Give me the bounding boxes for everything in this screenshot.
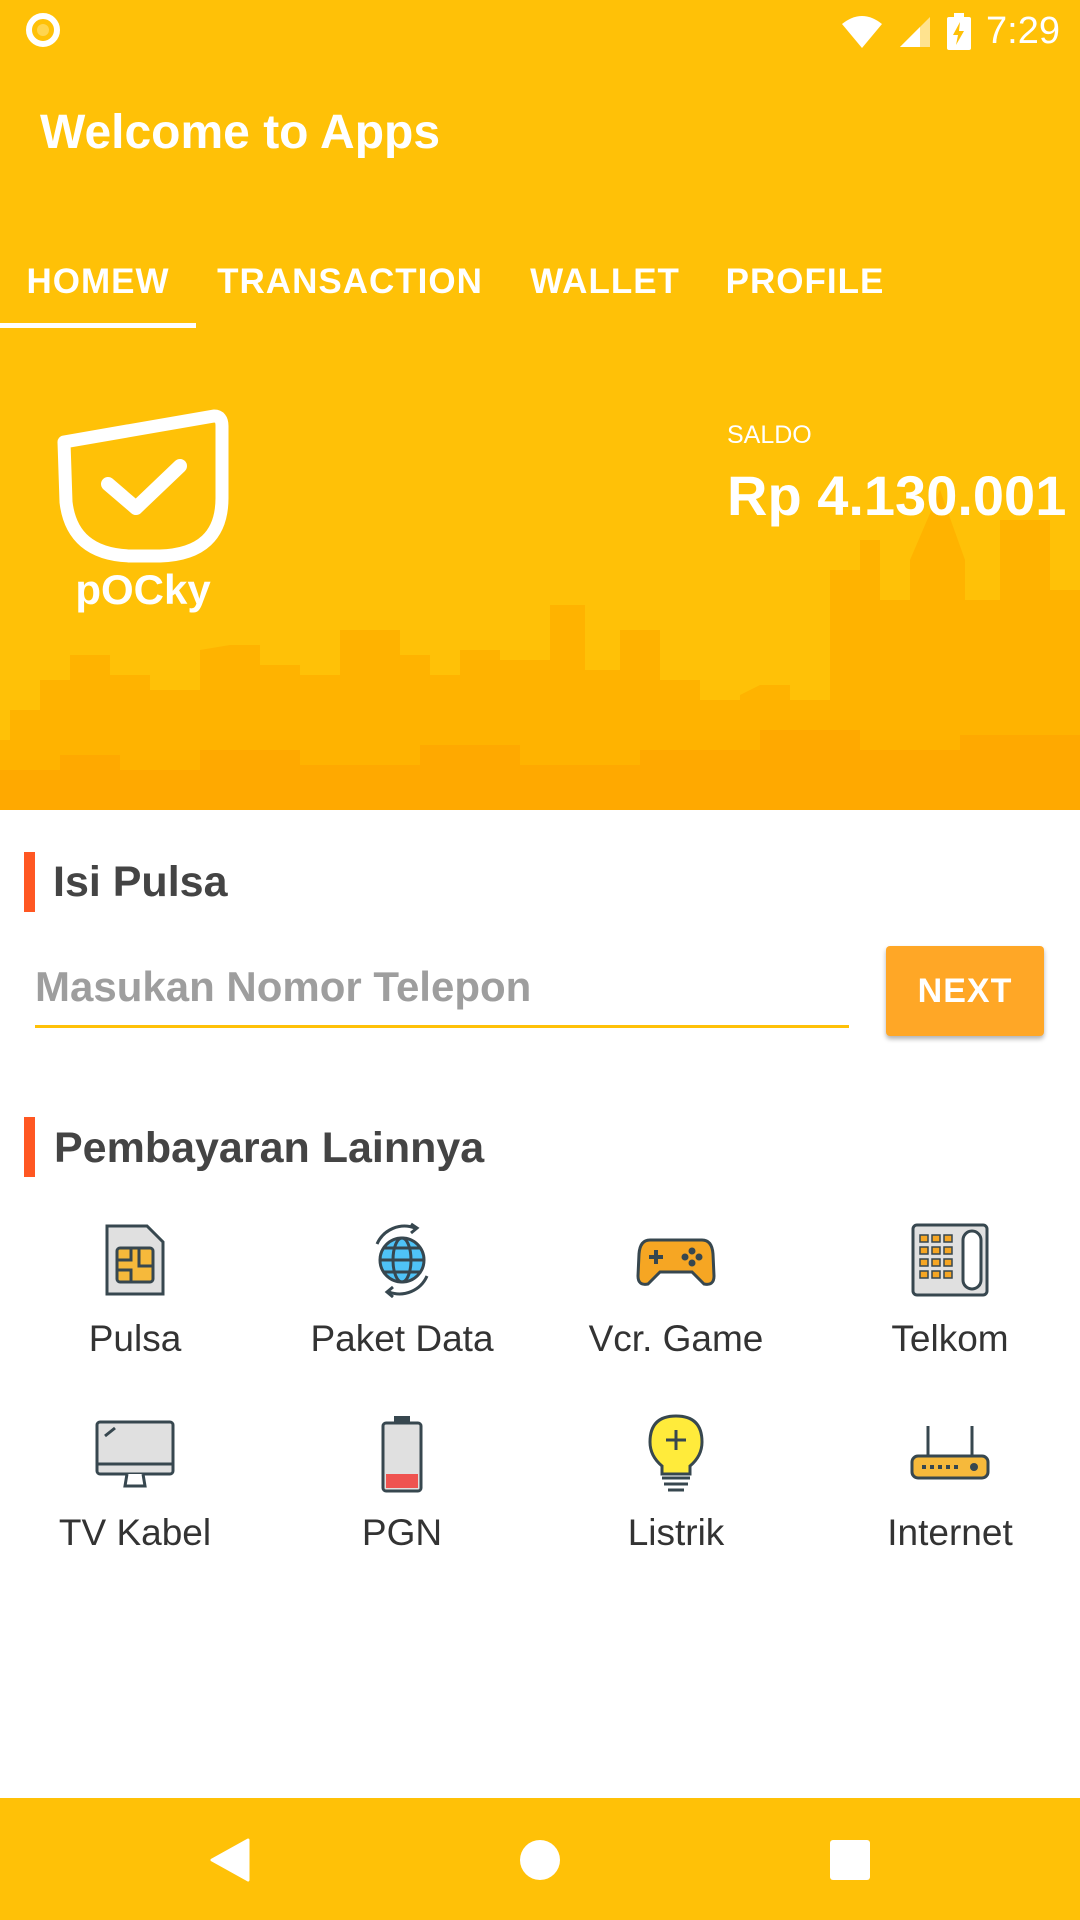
signal-icon [900, 16, 931, 47]
pembayaran-title: Pembayaran Lainnya [54, 1124, 485, 1172]
next-button[interactable]: NEXT [886, 946, 1044, 1036]
tab-label: TRANSACTION [217, 261, 483, 301]
logo-text: pOCky [75, 566, 211, 613]
gamepad-icon [636, 1220, 716, 1300]
payment-item-label: Listrik [627, 1512, 725, 1553]
tab-label: WALLET [530, 261, 680, 301]
battery-charging-icon [947, 12, 972, 50]
payment-item-vcr-game[interactable]: Vcr. Game [541, 1220, 811, 1370]
home-icon[interactable] [512, 1832, 568, 1888]
isi-pulsa-title: Isi Pulsa [53, 858, 228, 906]
saldo-value: Rp 4.130.001 [727, 464, 1067, 527]
notification-dot-icon [26, 13, 60, 47]
router-icon [910, 1414, 990, 1494]
app-bar: Welcome to Apps HOMEW TRANSACTION WALLET… [0, 63, 1080, 328]
tab-transaction[interactable]: TRANSACTION [212, 235, 488, 328]
payment-item-label: Internet [887, 1512, 1013, 1553]
payment-item-pulsa[interactable]: Pulsa [0, 1220, 270, 1370]
app-title: Welcome to Apps [40, 106, 441, 159]
phone-number-input[interactable] [35, 948, 849, 1028]
section-accent-bar [24, 1117, 35, 1177]
payment-item-tv-kabel[interactable]: TV Kabel [0, 1414, 270, 1564]
tab-profile[interactable]: PROFILE [720, 235, 890, 328]
payment-item-label: TV Kabel [58, 1512, 212, 1553]
monitor-icon [95, 1414, 175, 1494]
tab-wallet[interactable]: WALLET [520, 235, 690, 328]
payment-item-paket-data[interactable]: Paket Data [267, 1220, 537, 1370]
wifi-icon [842, 15, 883, 48]
tab-label: HOMEW [26, 261, 170, 301]
payment-item-internet[interactable]: Internet [815, 1414, 1080, 1564]
payment-item-telkom[interactable]: Telkom [815, 1220, 1080, 1370]
balance-banner: pOCky SALDO Rp 4.130.001 [0, 328, 1080, 810]
recents-icon[interactable] [822, 1832, 878, 1888]
globe-sync-icon [362, 1220, 442, 1300]
payment-item-pgn[interactable]: PGN [267, 1414, 537, 1564]
status-icons: 7:29 [840, 0, 1060, 63]
payment-item-listrik[interactable]: Listrik [541, 1414, 811, 1564]
section-accent-bar [24, 852, 35, 912]
tab-bar: HOMEW TRANSACTION WALLET PROFILE [0, 235, 1080, 328]
tab-label: PROFILE [725, 261, 885, 301]
next-button-label: NEXT [917, 971, 1013, 1010]
payment-item-label: PGN [361, 1512, 443, 1553]
tab-homew[interactable]: HOMEW [0, 235, 196, 328]
battery-icon [362, 1414, 442, 1494]
pocky-logo [57, 409, 229, 563]
clock: 7:29 [986, 10, 1060, 52]
back-icon[interactable] [202, 1832, 258, 1888]
telephone-icon [910, 1220, 990, 1300]
payment-item-label: Telkom [891, 1318, 1009, 1359]
saldo-label: SALDO [727, 421, 812, 449]
payment-item-label: Pulsa [88, 1318, 182, 1359]
lightbulb-icon [636, 1414, 716, 1494]
payment-item-label: Vcr. Game [588, 1318, 764, 1359]
payment-item-label: Paket Data [310, 1318, 494, 1359]
sim-card-icon [95, 1220, 175, 1300]
status-bar: 7:29 [0, 0, 1080, 63]
system-nav-bar [0, 1798, 1080, 1920]
